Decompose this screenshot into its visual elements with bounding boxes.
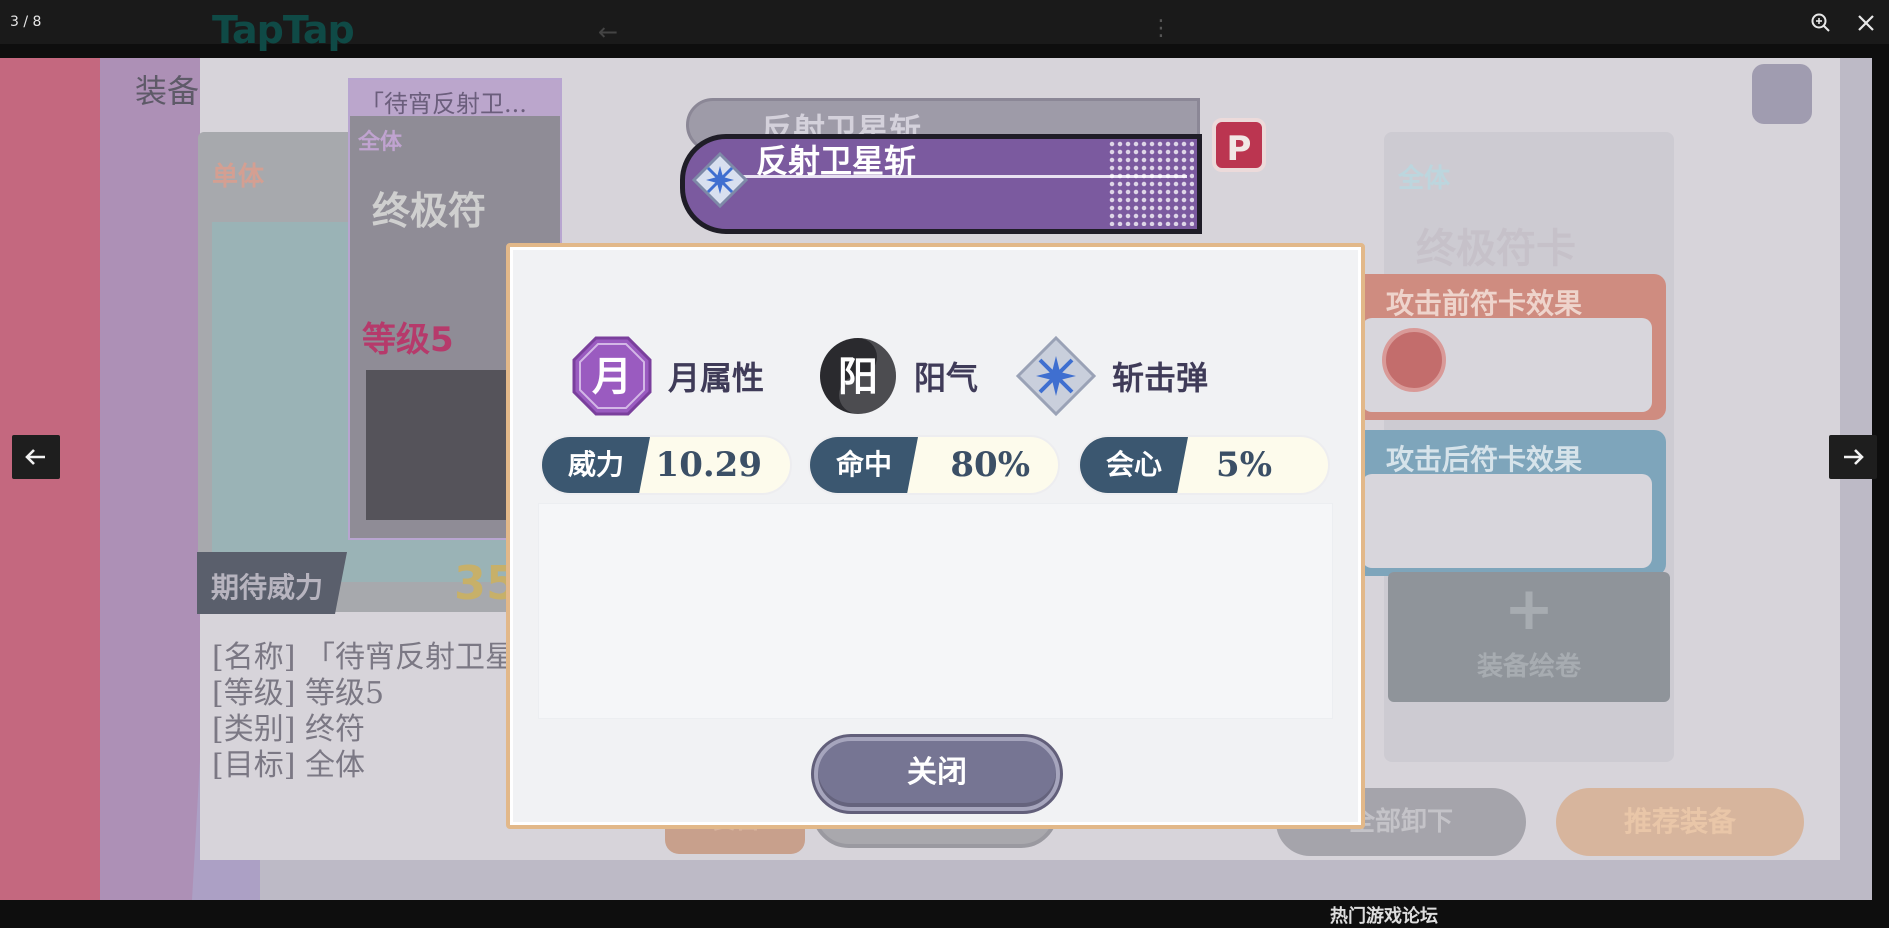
moon-attribute-icon: 月 (572, 336, 652, 416)
post-attack-effect-slot (1362, 474, 1652, 568)
stat-value: 80% (950, 445, 1030, 485)
plus-icon: + (1503, 574, 1555, 644)
recommend-equip-button: 推荐装备 (1556, 788, 1804, 856)
expected-power-label: 期待威力 (197, 552, 347, 614)
card-target: 全体 (358, 130, 403, 155)
previous-image-button[interactable] (12, 435, 60, 479)
add-scroll-slot: + 装备绘卷 (1388, 572, 1670, 702)
attribute-yang: 阳 阳气 (816, 333, 978, 419)
slash-bullet-icon (1015, 335, 1097, 417)
card-target-badge: 单体 (212, 162, 265, 192)
next-image-button[interactable] (1829, 435, 1877, 479)
stat-value: 5% (1216, 445, 1272, 485)
yang-icon-glyph: 阳 (838, 353, 878, 400)
magnifier-plus-icon (1811, 13, 1830, 32)
section-title: 装备 (135, 72, 200, 110)
spell-detail-dialog: 月 月属性 阳 阳气 斩击弹 威力 10.29 命中 80% 会心 5% 关闭 (506, 243, 1365, 829)
stat-value: 10.29 (655, 445, 762, 485)
back-arrow-icon: ← (598, 18, 619, 46)
screenshot-image: 装备 单体 「待宵反射卫... 全体 终极符 等级5 期待威力 35 [名称] … (0, 58, 1872, 900)
card-level: 等级5 (362, 320, 454, 360)
close-button[interactable]: 关闭 (814, 737, 1060, 811)
yang-attribute-icon: 阳 (820, 338, 896, 414)
stat-critical: 会心 5% (1078, 435, 1330, 495)
more-dots-icon: ⋮ (1150, 16, 1172, 41)
viewer-toolbar: 3 / 8 TapTap ← ⋮ (0, 0, 1889, 52)
taptap-logo: TapTap (212, 8, 355, 52)
home-button (1752, 64, 1812, 124)
effect-coin-icon (1382, 328, 1446, 392)
slash-gem-icon (691, 151, 749, 209)
card-name: 终极符卡 (1416, 226, 1576, 272)
stat-power: 威力 10.29 (540, 435, 792, 495)
add-scroll-label: 装备绘卷 (1476, 652, 1581, 682)
card-header: 「待宵反射卫... (350, 80, 560, 118)
stat-accuracy: 命中 80% (808, 435, 1060, 495)
title-ribbon: 反射卫星斩 (680, 134, 1202, 234)
arrow-right-icon (1844, 449, 1864, 465)
stat-label: 命中 (810, 437, 918, 493)
attribute-label: 阳气 (914, 359, 979, 397)
zoom-button[interactable] (1808, 10, 1834, 36)
info-target-line: [目标] 全体 (212, 748, 365, 783)
attribute-label: 斩击弹 (1112, 359, 1209, 397)
stat-label: 会心 (1080, 437, 1188, 493)
ribbon-pattern (1108, 140, 1194, 226)
stat-label: 威力 (542, 437, 650, 493)
pre-attack-effect-panel: 攻击前符卡效果 (1350, 274, 1666, 420)
image-counter: 3 / 8 (10, 14, 42, 30)
power-badge: P (1212, 118, 1266, 172)
post-attack-effect-label: 攻击后符卡效果 (1386, 443, 1583, 476)
post-attack-effect-panel: 攻击后符卡效果 (1350, 430, 1666, 576)
close-viewer-button[interactable] (1853, 10, 1879, 36)
arrow-left-icon (25, 449, 45, 465)
attribute-slash: 斩击弹 (1014, 333, 1208, 419)
close-icon (1858, 15, 1874, 31)
spell-title: 反射卫星斩 (756, 142, 917, 180)
description-box (538, 503, 1333, 719)
hot-forums-heading: 热门游戏论坛 (1330, 906, 1438, 927)
card-name: 终极符 (372, 189, 487, 233)
card-target: 全体 (1398, 164, 1451, 194)
attribute-label: 月属性 (668, 359, 765, 397)
pre-attack-effect-label: 攻击前符卡效果 (1386, 287, 1583, 320)
moon-icon-glyph: 月 (592, 353, 632, 400)
attribute-moon: 月 月属性 (570, 333, 764, 419)
